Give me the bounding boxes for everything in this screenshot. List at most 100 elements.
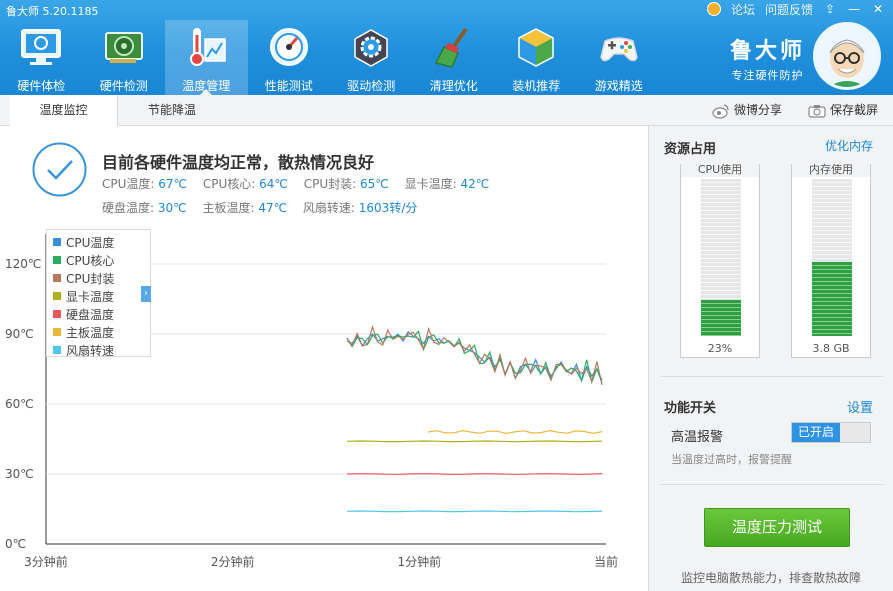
- gear-box-icon: [354, 29, 388, 67]
- app-title: 鲁大师 5.20.1185: [6, 5, 99, 18]
- legend-swatch: [53, 346, 61, 354]
- cpu-core-value: 64℃: [259, 177, 288, 191]
- legend-swatch: [53, 274, 61, 282]
- legend-swatch: [53, 256, 61, 264]
- main-nav: 硬件体检 硬件检测 温度管理 性能测试 驱动检测 清理优化 装机推荐 游戏精选: [0, 20, 660, 95]
- toggle-state: 已开启: [792, 423, 840, 442]
- nav-performance[interactable]: 性能测试: [248, 20, 331, 95]
- legend-label: CPU温度: [66, 235, 115, 250]
- brand: 鲁大师 专注硬件防护: [730, 33, 805, 83]
- legend-entry[interactable]: CPU封装: [53, 269, 150, 287]
- x-tick-label: 3分钟前: [24, 554, 68, 569]
- legend-entry[interactable]: 硬盘温度: [53, 305, 150, 323]
- legend-label: CPU封装: [66, 271, 115, 286]
- cpu-temp-value: 67℃: [158, 177, 188, 191]
- avatar[interactable]: [813, 22, 881, 90]
- divider: [661, 484, 883, 485]
- tab-bar: 温度监控 节能降温 微博分享 保存截屏: [0, 95, 893, 127]
- close-button[interactable]: ✕: [871, 2, 885, 16]
- legend-swatch: [53, 238, 61, 246]
- disk-temp-value: 30℃: [157, 201, 187, 215]
- forum-link[interactable]: 论坛: [731, 1, 755, 18]
- high-temp-alarm-desc: 当温度过高时，报警提醒: [671, 453, 792, 466]
- skin-icon[interactable]: ⇪: [823, 2, 837, 16]
- status-line-1: CPU温度: 67℃ CPU核心: 64℃ CPU封装: 65℃ 显卡温度: 4…: [102, 175, 501, 192]
- cpu-usage-value: 23%: [707, 342, 733, 355]
- functions-title: 功能开关: [664, 401, 717, 416]
- gpu-temp-value: 42℃: [460, 177, 490, 191]
- legend-swatch: [53, 328, 61, 336]
- weibo-share-button[interactable]: 微博分享: [712, 95, 782, 126]
- save-screenshot-label: 保存截屏: [829, 103, 878, 117]
- right-panel: 资源占用 优化内存 CPU使用 23% 内存使用 3.8 GB 功能开关 设置 …: [648, 126, 893, 591]
- legend-label: CPU核心: [66, 253, 115, 268]
- cpu-package-label: CPU封装:: [303, 177, 357, 191]
- y-tick-label: 120℃: [5, 257, 41, 271]
- y-tick-label: 60℃: [5, 397, 34, 411]
- status-title: 目前各硬件温度均正常，散热情况良好: [102, 153, 375, 172]
- stress-test-button[interactable]: 温度压力测试: [704, 508, 850, 547]
- series-line-7: [346, 510, 603, 513]
- minimize-button[interactable]: —: [847, 2, 861, 16]
- nav-temperature[interactable]: 温度管理: [165, 20, 248, 95]
- legend-entry[interactable]: CPU核心: [53, 251, 150, 269]
- settings-link[interactable]: 设置: [847, 397, 873, 416]
- nav-driver[interactable]: 驱动检测: [330, 20, 413, 95]
- check-circle-icon: [32, 142, 87, 197]
- camera-icon: [808, 104, 826, 118]
- medal-icon[interactable]: [706, 2, 721, 16]
- status-line-2: 硬盘温度: 30℃ 主板温度: 47℃ 风扇转速: 1603转/分: [102, 199, 429, 216]
- legend-swatch: [53, 292, 61, 300]
- gpu-temp-label: 显卡温度:: [404, 177, 457, 191]
- series-line-3: [346, 324, 603, 386]
- disk-temp-label: 硬盘温度:: [102, 201, 155, 215]
- divider: [661, 376, 883, 377]
- speedometer-icon: [269, 28, 308, 66]
- graphics-card-icon: [104, 32, 143, 63]
- broom-icon: [434, 27, 468, 68]
- x-tick-label: 当前: [594, 554, 618, 569]
- cpu-temp-label: CPU温度:: [102, 177, 155, 191]
- board-temp-value: 47℃: [258, 201, 288, 215]
- header: 鲁大师 5.20.1185 论坛 问题反馈 ⇪ — ✕ 硬件体检 硬件检测 温度…: [0, 0, 893, 95]
- high-temp-alarm-toggle[interactable]: 已开启: [791, 422, 871, 443]
- gamepad-icon: [599, 37, 638, 62]
- legend-entry[interactable]: CPU温度: [53, 233, 150, 251]
- x-tick-label: 2分钟前: [211, 554, 255, 569]
- nav-hardware-checkup[interactable]: 硬件体检: [0, 20, 83, 95]
- feedback-link[interactable]: 问题反馈: [765, 1, 813, 18]
- nav-cleanup[interactable]: 清理优化: [413, 20, 496, 95]
- temperature-chart: 120℃ 90℃ 60℃ 30℃ 0℃ 3分钟前 2分钟前 1分钟前 当前 CPU温度 CPU核心…: [0, 226, 648, 591]
- save-screenshot-button[interactable]: 保存截屏: [808, 95, 878, 126]
- nav-hardware-detect[interactable]: 硬件检测: [83, 20, 166, 95]
- fan-speed-label: 风扇转速:: [302, 201, 355, 215]
- tab-energy-cooling[interactable]: 节能降温: [118, 95, 226, 126]
- weibo-share-label: 微博分享: [733, 103, 782, 117]
- weibo-icon: [712, 103, 729, 119]
- cpu-usage-fill: [701, 299, 741, 336]
- legend-label: 显卡温度: [66, 289, 115, 304]
- legend-entry[interactable]: 主板温度: [53, 323, 150, 341]
- top-links: 论坛 问题反馈 ⇪ — ✕: [706, 0, 885, 18]
- optimize-memory-link[interactable]: 优化内存: [825, 137, 873, 154]
- nav-build-recommend[interactable]: 装机推荐: [495, 20, 578, 95]
- legend-entry[interactable]: 风扇转速: [53, 341, 150, 359]
- legend-label: 主板温度: [66, 325, 115, 340]
- brand-slogan: 专注硬件防护: [731, 69, 804, 82]
- memory-usage-value: 3.8 GB: [812, 342, 850, 355]
- series-line-6: [427, 429, 603, 435]
- legend-entry[interactable]: 显卡温度: [53, 287, 150, 305]
- legend-collapse-icon[interactable]: ›: [141, 286, 151, 302]
- legend-swatch: [53, 310, 61, 318]
- tab-temperature-monitor[interactable]: 温度监控: [10, 95, 118, 127]
- mascot-icon: [816, 25, 878, 87]
- legend-label: 风扇转速: [66, 343, 115, 358]
- monitor-icon: [21, 29, 62, 65]
- memory-usage-meter: 内存使用 3.8 GB: [791, 163, 871, 358]
- memory-usage-bar: [812, 179, 852, 336]
- x-tick-label: 1分钟前: [398, 554, 442, 569]
- cpu-package-value: 65℃: [360, 177, 389, 191]
- fan-speed-value: 1603转/分: [358, 201, 418, 215]
- y-tick-label: 0℃: [5, 537, 26, 551]
- nav-games[interactable]: 游戏精选: [578, 20, 661, 95]
